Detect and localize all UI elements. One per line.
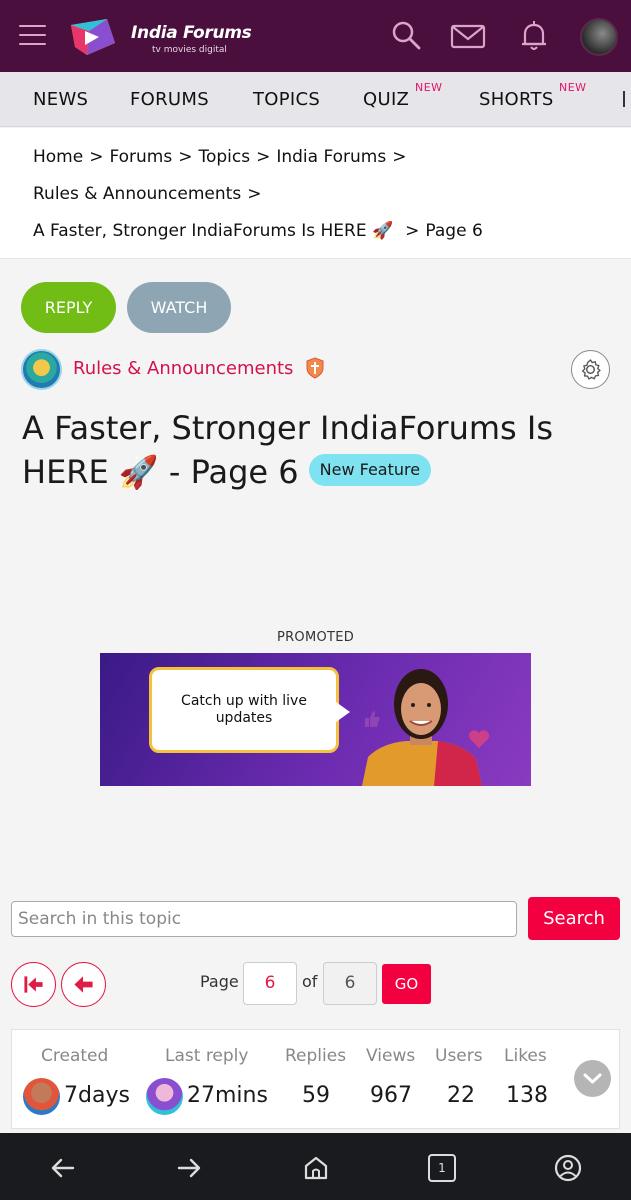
nav-shorts[interactable]: SHORTS — [479, 89, 554, 110]
users-label: Users — [435, 1046, 483, 1066]
top-header: India Forums tv movies digital — [0, 0, 631, 72]
likes-value: 138 — [506, 1083, 548, 1108]
crumb-india-forums[interactable]: India Forums — [276, 147, 386, 167]
heart-icon — [468, 730, 490, 748]
nav-news[interactable]: NEWS — [33, 89, 88, 110]
go-button[interactable]: GO — [382, 964, 431, 1004]
user-avatar[interactable] — [580, 18, 618, 56]
created-label: Created — [41, 1046, 109, 1066]
gear-icon[interactable] — [571, 350, 610, 389]
total-pages: 6 — [323, 962, 377, 1005]
crumb-forums[interactable]: Forums — [109, 147, 172, 167]
forward-arrow-icon[interactable] — [175, 1154, 203, 1182]
first-page-icon[interactable] — [11, 962, 56, 1007]
back-arrow-icon[interactable] — [49, 1154, 77, 1182]
topic-title-text: A Faster, Stronger IndiaForums Is HERE 🚀… — [22, 409, 553, 491]
india-forums-logo[interactable] — [67, 17, 119, 57]
chevron-down-icon[interactable] — [574, 1060, 611, 1097]
likes-label: Likes — [504, 1046, 547, 1066]
profile-icon[interactable] — [554, 1154, 582, 1182]
home-icon[interactable] — [302, 1154, 330, 1182]
breadcrumb: Home > Forums > Topics > India Forums > Rules &… — [0, 128, 631, 259]
crumb-separator: > — [247, 184, 262, 204]
last-reply-label: Last reply — [165, 1046, 249, 1066]
crumb-rules[interactable]: Rules & Announcements — [33, 184, 241, 204]
search-icon[interactable] — [388, 18, 424, 54]
nav-forums[interactable]: FORUMS — [130, 89, 209, 110]
page-number-input[interactable]: 6 — [243, 962, 297, 1005]
last-reply-value: 27mins — [187, 1083, 268, 1108]
crumb-separator: > — [256, 147, 271, 167]
crumb-separator: > — [392, 147, 407, 167]
tab-count: 1 — [438, 1161, 446, 1175]
creator-avatar[interactable] — [23, 1078, 60, 1115]
tabs-icon[interactable]: 1 — [428, 1154, 456, 1182]
new-feature-badge[interactable]: New Feature — [308, 454, 432, 486]
crumb-page: Page 6 — [425, 221, 483, 241]
logo-subtitle: tv movies digital — [152, 45, 227, 55]
promoted-label: PROMOTED — [276, 630, 355, 645]
page-label: Page — [200, 972, 239, 991]
topic-title: A Faster, Stronger IndiaForums Is HERE 🚀… — [22, 406, 602, 494]
views-label: Views — [366, 1046, 416, 1066]
reply-button[interactable]: REPLY — [21, 282, 116, 333]
crumb-separator: > — [405, 221, 420, 241]
views-value: 967 — [370, 1083, 412, 1108]
watch-button[interactable]: WATCH — [127, 282, 231, 333]
last-reply-avatar[interactable] — [146, 1078, 183, 1115]
nav-divider — [623, 91, 625, 107]
nav-topics[interactable]: TOPICS — [253, 89, 320, 110]
crumb-topic[interactable]: A Faster, Stronger IndiaForums Is HERE 🚀 — [33, 221, 393, 241]
replies-value: 59 — [302, 1083, 330, 1108]
replies-label: Replies — [285, 1046, 347, 1066]
promo-text: Catch up with live updates — [181, 693, 307, 726]
created-value: 7days — [64, 1083, 130, 1108]
browser-bottom-bar: 1 — [0, 1133, 631, 1200]
menu-icon[interactable] — [19, 25, 46, 47]
users-value: 22 — [447, 1083, 475, 1108]
nav-quiz[interactable]: QUIZ — [363, 89, 409, 110]
previous-page-icon[interactable] — [61, 962, 106, 1007]
crumb-topics[interactable]: Topics — [198, 147, 250, 167]
topic-search-input[interactable]: Search in this topic — [11, 901, 517, 937]
promo-bubble: Catch up with live updates — [149, 667, 350, 753]
crumb-separator: > — [89, 147, 104, 167]
logo-title[interactable]: India Forums — [131, 23, 252, 43]
crumb-home[interactable]: Home — [33, 147, 83, 167]
promo-banner[interactable]: Catch up with live updates — [100, 653, 531, 786]
topic-stats: Created Last reply Replies Views Users L… — [11, 1029, 620, 1129]
nav-shorts-new-badge: NEW — [559, 81, 587, 94]
forum-name-link[interactable]: Rules & Announcements — [73, 358, 293, 379]
mail-icon[interactable] — [450, 18, 486, 54]
forum-avatar[interactable] — [21, 349, 62, 390]
search-button[interactable]: Search — [528, 897, 620, 940]
like-icon — [365, 711, 380, 727]
search-placeholder: Search in this topic — [18, 909, 182, 929]
of-label: of — [302, 972, 318, 991]
shield-icon — [306, 357, 324, 379]
main-nav: NEWS FORUMS TOPICS QUIZ NEW SHORTS NEW — [0, 72, 631, 127]
nav-quiz-new-badge: NEW — [415, 81, 443, 94]
crumb-separator: > — [178, 147, 193, 167]
bell-icon[interactable] — [516, 18, 552, 54]
